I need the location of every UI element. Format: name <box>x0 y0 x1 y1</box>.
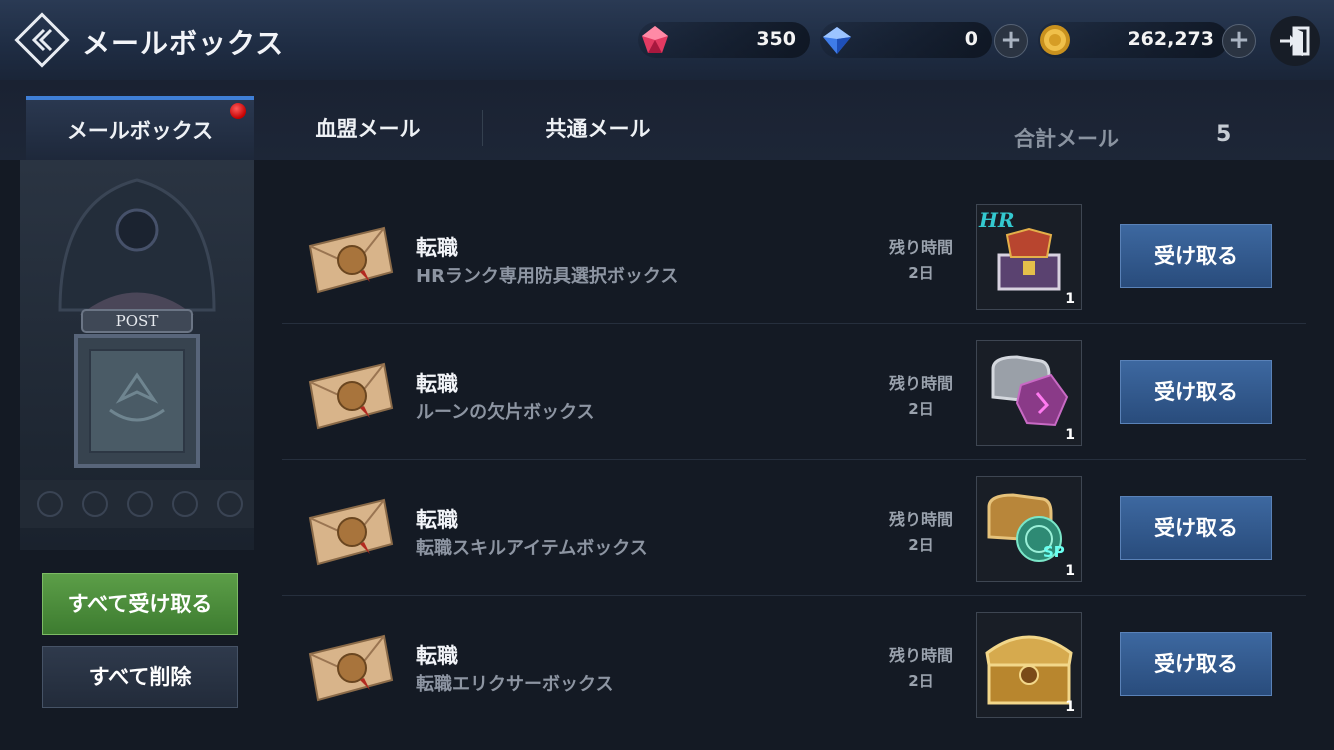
envelope-icon <box>308 634 394 702</box>
remaining-time-label: 残り時間 <box>888 238 953 257</box>
remaining-time-value: 2日 <box>908 264 934 282</box>
mail-title: 転職 <box>416 372 458 396</box>
blue-gem-icon <box>823 27 851 54</box>
envelope-icon <box>308 226 394 294</box>
remaining-time-label: 残り時間 <box>888 374 953 393</box>
total-mail-label: 合計メール <box>1014 127 1119 151</box>
add-gold-button[interactable]: + <box>1222 24 1256 58</box>
currency-gold: 262,273 <box>1038 22 1228 58</box>
tab-mailbox[interactable]: メールボックス <box>26 96 254 164</box>
tab-divider <box>482 110 483 146</box>
receive-button[interactable]: 受け取る <box>1120 224 1272 288</box>
item-badge: HR <box>978 208 1015 232</box>
item-count: 1 <box>1065 427 1075 443</box>
mail-subtitle: ルーンの欠片ボックス <box>416 402 595 423</box>
remaining-time-value: 2日 <box>908 672 934 690</box>
receive-button[interactable]: 受け取る <box>1120 496 1272 560</box>
envelope-icon <box>308 498 394 566</box>
item-count: 1 <box>1065 563 1075 579</box>
gold-coin-icon <box>1040 25 1070 55</box>
red-gem-icon <box>642 26 668 53</box>
remaining-time-value: 2日 <box>908 536 934 554</box>
back-arrow-icon <box>14 12 70 68</box>
notification-dot <box>230 103 246 119</box>
mail-title: 転職 <box>416 508 458 532</box>
mail-title: 転職 <box>416 236 458 260</box>
exit-door-icon <box>1280 26 1310 56</box>
receive-all-button[interactable]: すべて受け取る <box>42 573 238 635</box>
currency-blue-gem: 0 <box>820 22 992 58</box>
gold-amount: 262,273 <box>1127 28 1214 50</box>
mail-row: 転職 転職スキルアイテムボックス 残り時間 2日 SP 1 受け取る <box>282 460 1306 596</box>
mail-row: 転職 HRランク専用防具選択ボックス 残り時間 2日 HR 1 受け取る <box>282 188 1306 324</box>
plus-icon: + <box>1000 25 1022 55</box>
exit-button[interactable] <box>1270 16 1320 66</box>
post-sign: POST <box>116 312 159 330</box>
reward-item-slot[interactable]: HR 1 <box>976 204 1082 310</box>
total-mail-count: 5 <box>1216 122 1232 147</box>
mail-title: 転職 <box>416 644 458 668</box>
mail-subtitle: 転職エリクサーボックス <box>416 674 614 695</box>
tab-clan-mail[interactable]: 血盟メール <box>254 96 482 160</box>
item-badge: SP <box>1043 543 1065 561</box>
mail-row: 転職 ルーンの欠片ボックス 残り時間 2日 1 受け取る <box>282 324 1306 460</box>
back-button[interactable] <box>14 12 70 68</box>
mail-subtitle: 転職スキルアイテムボックス <box>416 538 648 559</box>
add-blue-gem-button[interactable]: + <box>994 24 1028 58</box>
tab-common-mail[interactable]: 共通メール <box>484 96 712 160</box>
plus-icon: + <box>1228 25 1250 55</box>
red-gem-amount: 350 <box>756 28 796 50</box>
delete-all-button[interactable]: すべて削除 <box>42 646 238 708</box>
receive-button[interactable]: 受け取る <box>1120 632 1272 696</box>
reward-item-slot[interactable]: 1 <box>976 612 1082 718</box>
remaining-time-label: 残り時間 <box>888 646 953 665</box>
reward-item-slot[interactable]: SP 1 <box>976 476 1082 582</box>
blue-gem-amount: 0 <box>964 28 978 50</box>
mail-subtitle: HRランク専用防具選択ボックス <box>416 266 679 287</box>
item-count: 1 <box>1065 699 1075 715</box>
item-count: 1 <box>1065 291 1075 307</box>
top-bar: メールボックス 350 0 + 262,273 + <box>0 0 1334 81</box>
remaining-time-value: 2日 <box>908 400 934 418</box>
receive-button[interactable]: 受け取る <box>1120 360 1272 424</box>
mail-row: 転職 転職エリクサーボックス 残り時間 2日 1 受け取る <box>282 596 1306 732</box>
currency-red-gem: 350 <box>638 22 810 58</box>
page-title: メールボックス <box>82 27 285 60</box>
reward-item-slot[interactable]: 1 <box>976 340 1082 446</box>
envelope-icon <box>308 362 394 430</box>
post-box-illustration: POST <box>20 160 254 550</box>
remaining-time-label: 残り時間 <box>888 510 953 529</box>
